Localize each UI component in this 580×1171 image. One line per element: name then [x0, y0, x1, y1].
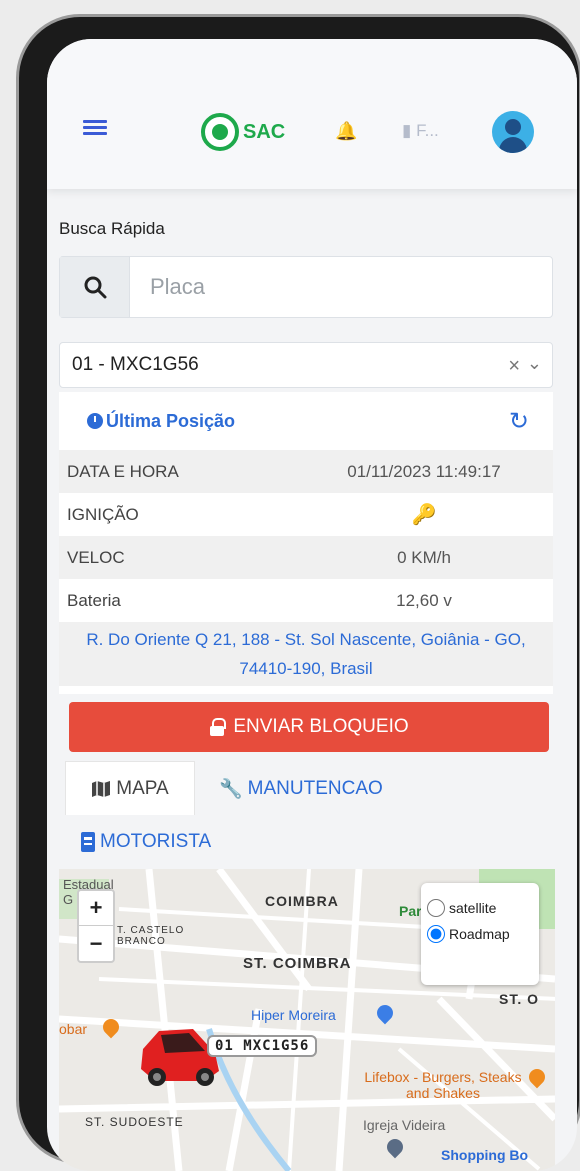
zoom-control: + − — [77, 889, 115, 963]
table-row: VELOC 0 KM/h — [59, 536, 553, 579]
satellite-radio[interactable] — [427, 899, 445, 917]
app-screen: SAC 🔔 ▮ F... Busca Rápida 01 - MXC1G56 ×… — [47, 39, 577, 1171]
user-avatar-icon[interactable] — [492, 111, 534, 153]
send-block-label: ENVIAR BLOQUEIO — [233, 716, 409, 737]
card-header: Última Posição ↻ — [59, 392, 553, 450]
vehicle-select[interactable]: 01 - MXC1G56 × ⌄ — [59, 342, 553, 388]
search-box — [59, 256, 553, 318]
map-label: Igreja Videira — [363, 1117, 446, 1133]
row-value: 12,60 v — [396, 590, 452, 610]
search-icon[interactable] — [60, 257, 130, 317]
favorites-button[interactable]: ▮ F... — [402, 121, 439, 141]
table-row: DATA E HORA 01/11/2023 11:49:17 — [59, 450, 553, 493]
favorites-label: F... — [416, 121, 439, 140]
row-label: Bateria — [67, 590, 121, 610]
last-position-title-text: Última Posição — [106, 410, 236, 431]
tab-mapa[interactable]: MAPA — [65, 761, 195, 815]
phone-frame: SAC 🔔 ▮ F... Busca Rápida 01 - MXC1G56 ×… — [16, 14, 580, 1171]
map-label: ST. COIMBRA — [243, 955, 352, 972]
table-row: Bateria 12,60 v — [59, 579, 553, 622]
last-position-title: Última Posição — [87, 411, 235, 432]
map-type-control: satellite Roadmap — [421, 883, 539, 985]
bell-icon[interactable]: 🔔 — [335, 121, 357, 142]
satellite-label: satellite — [449, 900, 497, 916]
sac-whatsapp-button[interactable]: SAC — [201, 113, 285, 151]
map-label: ST. SUDOESTE — [85, 1115, 184, 1129]
plate-search-input[interactable] — [130, 257, 552, 317]
map-view[interactable]: Estadual G COIMBRA Parqu T. CASTELO BRAN… — [59, 869, 555, 1171]
map-label: T. CASTELO BRANCO — [117, 925, 185, 947]
map-label: Hiper Moreira — [251, 1007, 336, 1023]
map-label: COIMBRA — [265, 893, 339, 909]
map-label: Lifebox - Burgers, Steaks and Shakes — [364, 1069, 522, 1101]
roadmap-radio[interactable] — [427, 925, 445, 943]
zoom-in-button[interactable]: + — [79, 891, 113, 926]
row-label: VELOC — [67, 547, 125, 567]
whatsapp-icon — [201, 113, 239, 151]
tab-label: MANUTENCAO — [247, 778, 383, 799]
ignition-status: 🔑 — [295, 502, 553, 527]
tab-manutencao[interactable]: 🔧 MANUTENCAO — [219, 777, 383, 801]
row-label: IGNIÇÃO — [67, 504, 139, 524]
tab-motorista[interactable]: MOTORISTA — [81, 831, 211, 853]
roadmap-option[interactable]: Roadmap — [427, 925, 533, 943]
lock-icon — [209, 718, 227, 736]
info-table: DATA E HORA 01/11/2023 11:49:17 IGNIÇÃO … — [59, 450, 553, 622]
refresh-icon[interactable]: ↻ — [509, 407, 529, 436]
wrench-icon: 🔧 — [219, 779, 243, 800]
map-label: Shopping Bo — [441, 1147, 529, 1163]
top-navbar: SAC 🔔 ▮ F... — [47, 39, 577, 189]
map-icon — [92, 780, 111, 797]
tab-label: MOTORISTA — [100, 831, 212, 852]
quick-search-label: Busca Rápida — [59, 219, 165, 238]
tab-label: MAPA — [116, 777, 169, 799]
chevron-down-icon[interactable]: ⌄ — [527, 353, 542, 374]
roadmap-label: Roadmap — [449, 926, 510, 942]
map-label: obar — [59, 1021, 88, 1037]
clear-icon[interactable]: × — [508, 355, 520, 378]
row-value: 01/11/2023 11:49:17 — [347, 461, 501, 481]
menu-icon[interactable] — [83, 117, 107, 139]
last-position-card: Última Posição ↻ DATA E HORA 01/11/2023 … — [59, 392, 553, 694]
clock-icon — [87, 413, 103, 429]
satellite-option[interactable]: satellite — [427, 899, 533, 917]
row-label: DATA E HORA — [67, 461, 179, 481]
id-card-icon — [81, 832, 95, 852]
sac-label: SAC — [243, 120, 286, 143]
send-block-button[interactable]: ENVIAR BLOQUEIO — [69, 702, 549, 752]
zoom-out-button[interactable]: − — [79, 926, 113, 961]
vehicle-select-value: 01 - MXC1G56 — [72, 354, 199, 375]
vehicle-plate-label: 01 MXC1G56 — [207, 1035, 318, 1057]
bookmark-icon: ▮ — [402, 121, 412, 140]
key-icon: 🔑 — [411, 504, 437, 526]
address-link[interactable]: R. Do Oriente Q 21, 188 - St. Sol Nascen… — [59, 622, 553, 686]
table-row: IGNIÇÃO 🔑 — [59, 493, 553, 536]
row-value: 0 KM/h — [397, 547, 451, 567]
map-label: ST. O — [499, 991, 540, 1007]
